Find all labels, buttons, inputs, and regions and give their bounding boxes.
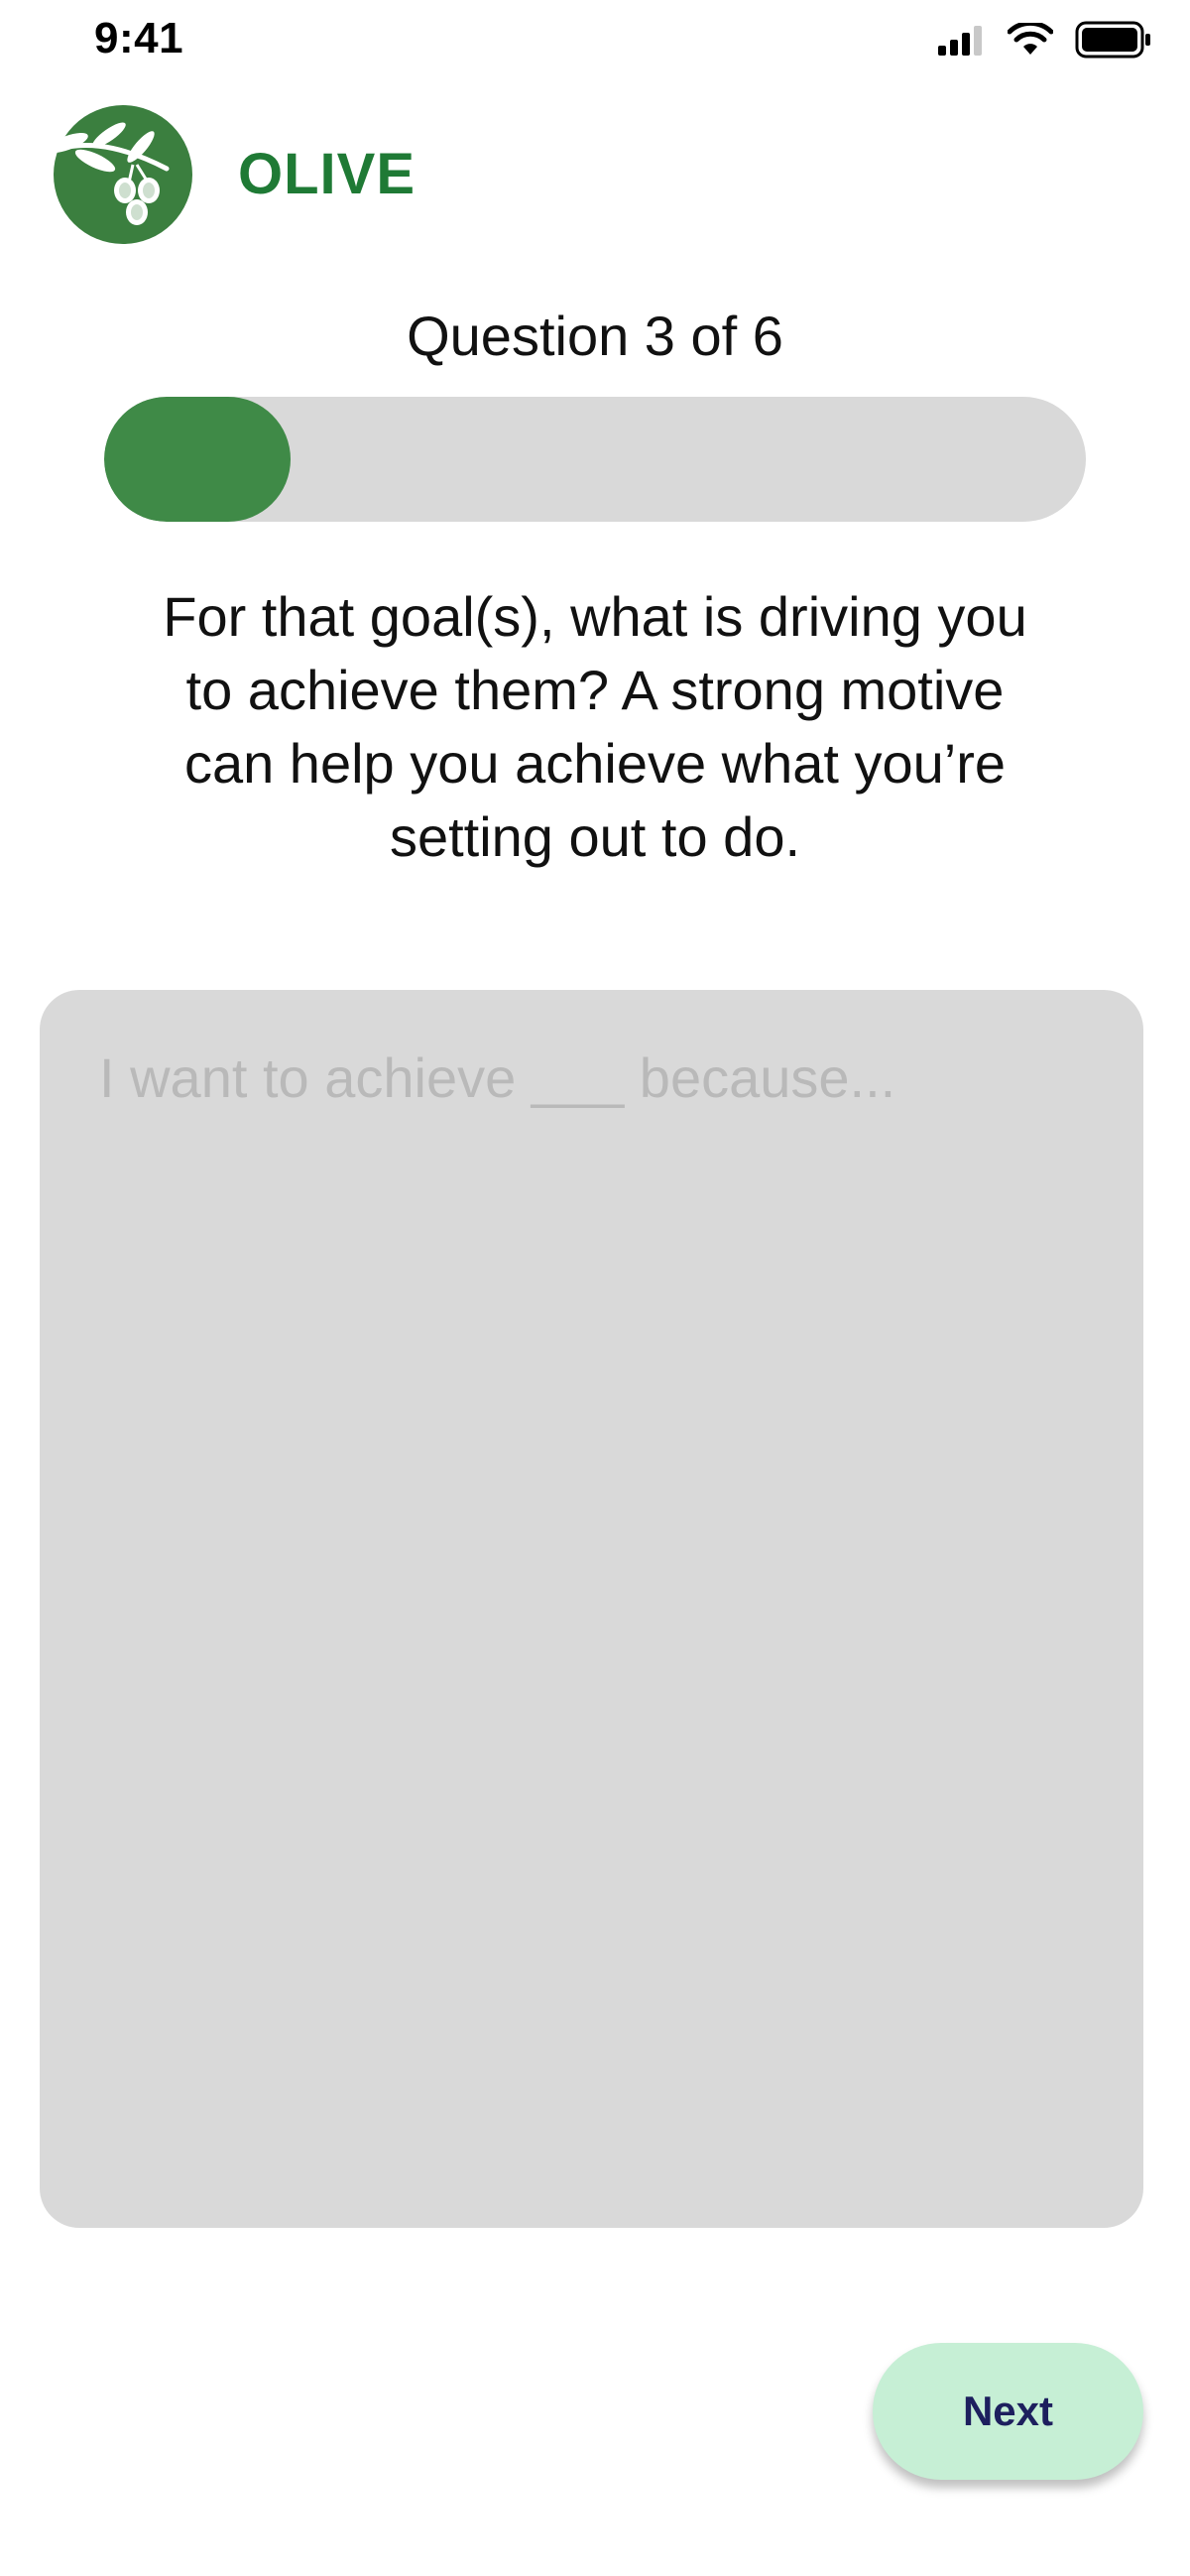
progress-bar-fill — [104, 397, 292, 522]
question-prompt: For that goal(s), what is driving you to… — [163, 585, 1027, 868]
next-button[interactable]: Next — [873, 2343, 1143, 2480]
app-header: OLIVE — [38, 99, 416, 248]
cellular-signal-icon — [938, 24, 986, 61]
status-bar: 9:41 — [0, 0, 1190, 89]
status-icons — [938, 20, 1152, 63]
question-counter: Question 3 of 6 — [407, 305, 783, 367]
progress-bar — [104, 397, 1086, 522]
brand-name: OLIVE — [238, 141, 416, 206]
status-time: 9:41 — [94, 14, 184, 62]
battery-icon — [1075, 21, 1152, 63]
wifi-icon — [1007, 20, 1054, 61]
answer-textarea[interactable] — [40, 990, 1143, 2228]
olive-branch-logo-icon — [38, 99, 196, 248]
